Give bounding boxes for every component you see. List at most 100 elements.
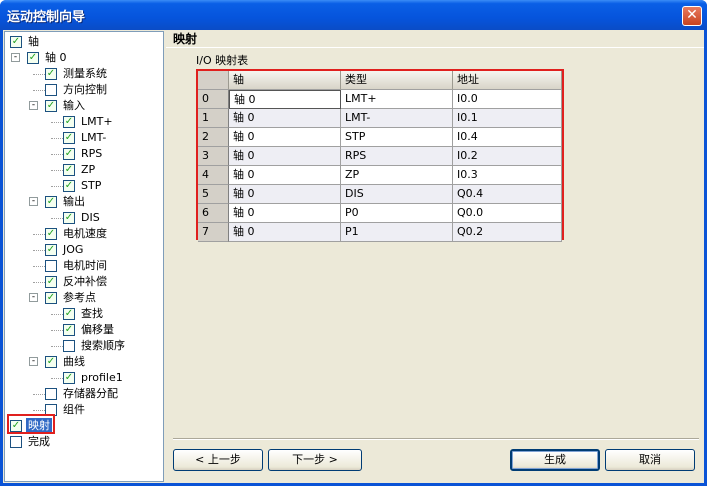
checked-checkbox-icon[interactable]: ✓ [63, 324, 75, 336]
unchecked-checkbox-icon[interactable]: ✓ [45, 260, 57, 272]
collapse-icon[interactable]: - [29, 101, 38, 110]
checked-checkbox-icon[interactable]: ✓ [27, 52, 39, 64]
address-cell[interactable]: I0.1 [453, 109, 562, 128]
axis-cell[interactable]: 轴 0 [229, 128, 341, 147]
type-cell[interactable]: ZP [341, 166, 453, 185]
checked-checkbox-icon[interactable]: ✓ [45, 292, 57, 304]
tree-item[interactable]: ✓ 电机时间 [5, 258, 163, 274]
checked-checkbox-icon[interactable]: ✓ [45, 244, 57, 256]
column-header-axis[interactable]: 轴 [229, 71, 341, 90]
tree-item[interactable]: ✓ RPS [5, 146, 163, 162]
table-header-row: 轴 类型 地址 [198, 71, 562, 90]
row-number: 0 [198, 90, 229, 109]
collapse-icon[interactable]: - [11, 53, 20, 62]
table-row[interactable]: 4轴 0 ZP I0.3 [198, 166, 562, 185]
axis-cell[interactable]: 轴 0 [229, 185, 341, 204]
address-cell[interactable]: I0.4 [453, 128, 562, 147]
checked-checkbox-icon[interactable]: ✓ [63, 132, 75, 144]
cancel-button[interactable]: 取消 [605, 449, 695, 471]
type-cell[interactable]: STP [341, 128, 453, 147]
checked-checkbox-icon[interactable]: ✓ [63, 180, 75, 192]
axis-cell[interactable]: 轴 0 [229, 204, 341, 223]
address-cell[interactable]: Q0.4 [453, 185, 562, 204]
collapse-icon[interactable]: - [29, 357, 38, 366]
axis-cell[interactable]: 轴 0 [229, 166, 341, 185]
table-caption: I/O 映射表 [196, 54, 249, 67]
next-button[interactable]: 下一步 > [268, 449, 362, 471]
column-header-type[interactable]: 类型 [341, 71, 453, 90]
address-cell[interactable]: I0.0 [453, 90, 562, 109]
tree-item[interactable]: - ✓ 轴 0 [5, 50, 163, 66]
address-cell[interactable]: Q0.2 [453, 223, 562, 242]
close-icon[interactable]: ✕ [682, 6, 702, 26]
generate-button[interactable]: 生成 [510, 449, 600, 471]
type-cell[interactable]: DIS [341, 185, 453, 204]
tree-item[interactable]: - ✓ 输出 [5, 194, 163, 210]
checked-checkbox-icon[interactable]: ✓ [63, 148, 75, 160]
tree-item[interactable]: ✓ 方向控制 [5, 82, 163, 98]
type-cell[interactable]: P0 [341, 204, 453, 223]
checked-checkbox-icon[interactable]: ✓ [10, 36, 22, 48]
wizard-client-area: ✓轴-✓轴 0✓测量系统✓方向控制-✓输入✓LMT+✓LMT-✓RPS✓ZP✓S… [3, 30, 704, 483]
unchecked-checkbox-icon[interactable]: ✓ [45, 84, 57, 96]
axis-cell[interactable]: 轴 0 [229, 223, 341, 242]
tree-item[interactable]: ✓ JOG [5, 242, 163, 258]
checked-checkbox-icon[interactable]: ✓ [45, 68, 57, 80]
tree-item[interactable]: ✓ 反冲补偿 [5, 274, 163, 290]
axis-cell[interactable]: 轴 0 [229, 109, 341, 128]
collapse-icon[interactable]: - [29, 293, 38, 302]
axis-cell[interactable]: 轴 0 [229, 90, 341, 109]
type-cell[interactable]: LMT- [341, 109, 453, 128]
type-cell[interactable]: LMT+ [341, 90, 453, 109]
checked-checkbox-icon[interactable]: ✓ [63, 164, 75, 176]
checked-checkbox-icon[interactable]: ✓ [63, 212, 75, 224]
tree-item[interactable]: - ✓ 参考点 [5, 290, 163, 306]
tree-item[interactable]: ✓ 测量系统 [5, 66, 163, 82]
unchecked-checkbox-icon[interactable]: ✓ [10, 436, 22, 448]
tree-item[interactable]: - ✓ 曲线 [5, 354, 163, 370]
unchecked-checkbox-icon[interactable]: ✓ [63, 340, 75, 352]
tree-item-label: RPS [81, 147, 103, 160]
table-row[interactable]: 7轴 0 P1 Q0.2 [198, 223, 562, 242]
tree-item[interactable]: ✓ 搜索顺序 [5, 338, 163, 354]
tree-item[interactable]: ✓ LMT- [5, 130, 163, 146]
type-cell[interactable]: RPS [341, 147, 453, 166]
address-cell[interactable]: I0.2 [453, 147, 562, 166]
table-row[interactable]: 6轴 0 P0 Q0.0 [198, 204, 562, 223]
address-cell[interactable]: I0.3 [453, 166, 562, 185]
tree-item[interactable]: - ✓ 输入 [5, 98, 163, 114]
tree-item[interactable]: ✓ LMT+ [5, 114, 163, 130]
tree-item[interactable]: ✓ profile1 [5, 370, 163, 386]
axis-cell[interactable]: 轴 0 [229, 147, 341, 166]
collapse-icon[interactable]: - [29, 197, 38, 206]
checked-checkbox-icon[interactable]: ✓ [63, 116, 75, 128]
checked-checkbox-icon[interactable]: ✓ [45, 228, 57, 240]
checked-checkbox-icon[interactable]: ✓ [45, 196, 57, 208]
title-bar[interactable]: 运动控制向导 ✕ [0, 0, 707, 30]
table-row[interactable]: 0轴 0 LMT+ I0.0 [198, 90, 562, 109]
type-cell[interactable]: P1 [341, 223, 453, 242]
tree-item[interactable]: ✓ 查找 [5, 306, 163, 322]
tree-item[interactable]: ✓ ZP [5, 162, 163, 178]
table-row[interactable]: 5轴 0 DIS Q0.4 [198, 185, 562, 204]
unchecked-checkbox-icon[interactable]: ✓ [45, 388, 57, 400]
checked-checkbox-icon[interactable]: ✓ [45, 100, 57, 112]
tree-item[interactable]: ✓ 轴 [5, 34, 163, 50]
table-row[interactable]: 3轴 0 RPS I0.2 [198, 147, 562, 166]
tree-item[interactable]: ✓ 偏移量 [5, 322, 163, 338]
tree-item[interactable]: ✓ STP [5, 178, 163, 194]
tree-connector [51, 186, 63, 187]
checked-checkbox-icon[interactable]: ✓ [63, 372, 75, 384]
table-row[interactable]: 2轴 0 STP I0.4 [198, 128, 562, 147]
checked-checkbox-icon[interactable]: ✓ [45, 276, 57, 288]
checked-checkbox-icon[interactable]: ✓ [63, 308, 75, 320]
tree-item[interactable]: ✓ 完成 [5, 434, 163, 450]
tree-item[interactable]: ✓ DIS [5, 210, 163, 226]
tree-item[interactable]: ✓ 电机速度 [5, 226, 163, 242]
table-row[interactable]: 1轴 0 LMT- I0.1 [198, 109, 562, 128]
column-header-address[interactable]: 地址 [453, 71, 562, 90]
tree-item[interactable]: ✓ 存储器分配 [5, 386, 163, 402]
checked-checkbox-icon[interactable]: ✓ [45, 356, 57, 368]
address-cell[interactable]: Q0.0 [453, 204, 562, 223]
previous-button[interactable]: < 上一步 [173, 449, 263, 471]
